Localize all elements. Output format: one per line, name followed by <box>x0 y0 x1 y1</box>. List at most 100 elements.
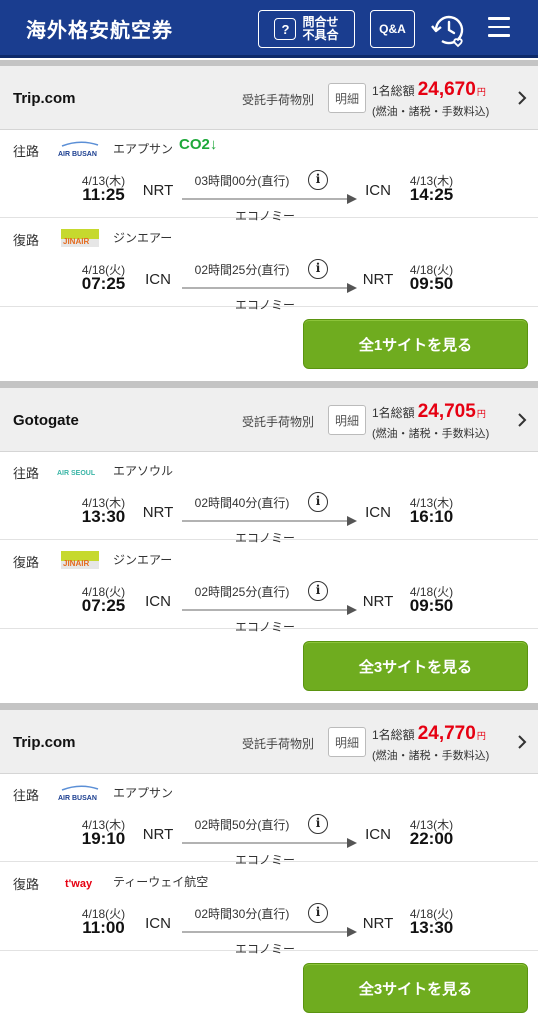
flight-leg-outbound: 往路 AIR BUSAN エアプサン 4/13(木) 19:10 NRT 02時… <box>0 774 538 867</box>
arrival-airport: ICN <box>365 182 391 199</box>
flight-duration: 02時間40分(直行) <box>194 496 290 510</box>
view-sites-button[interactable]: 全3サイトを見る <box>303 641 528 691</box>
price-label: 1名総額 <box>372 84 415 98</box>
view-sites-button[interactable]: 全3サイトを見る <box>303 963 528 1013</box>
price-currency: 円 <box>476 731 486 741</box>
price-block: 1名総額 24,770 円 (燃油・諸税・手数料込) <box>372 723 512 763</box>
arrival-airport: NRT <box>362 271 394 288</box>
history-heart-icon[interactable] <box>428 10 468 50</box>
result-card: Trip.com 受託手荷物別 明細 1名総額 24,670 円 (燃油・諸税・… <box>0 66 538 376</box>
flight-leg-return: 復路 JINAIR ジンエアー 4/18(火) 07:25 ICN 02時間25… <box>0 541 538 634</box>
hamburger-menu-icon[interactable] <box>488 17 512 39</box>
airline-name: エアプサン <box>113 142 174 156</box>
qa-button[interactable]: Q&A <box>370 10 415 48</box>
departure-time: 07:25 <box>81 274 126 293</box>
departure-time: 11:00 <box>82 918 125 937</box>
departure-airport: NRT <box>142 182 174 199</box>
inquiry-label-line2: 不具合 <box>302 28 339 42</box>
info-icon[interactable]: i <box>308 903 328 923</box>
detail-button[interactable]: 明細 <box>328 83 366 113</box>
airline-logo: AIR SEOUL <box>57 470 96 477</box>
question-icon: ? <box>274 18 297 40</box>
result-header[interactable]: Trip.com 受託手荷物別 明細 1名総額 24,770 円 (燃油・諸税・… <box>0 710 538 774</box>
info-icon[interactable]: i <box>308 492 328 512</box>
flight-duration: 02時間30分(直行) <box>194 907 290 921</box>
info-icon[interactable]: i <box>308 581 328 601</box>
app-header: 海外格安航空券 ? 問合せ 不具合 Q&A <box>0 0 538 58</box>
flight-leg-return: 復路 JINAIR ジンエアー 4/18(火) 07:25 ICN 02時間25… <box>0 219 538 312</box>
departure-time: 11:25 <box>82 185 125 204</box>
detail-button[interactable]: 明細 <box>328 405 366 435</box>
view-sites-button[interactable]: 全1サイトを見る <box>303 319 528 369</box>
price-block: 1名総額 24,670 円 (燃油・諸税・手数料込) <box>372 79 512 119</box>
result-card: Trip.com 受託手荷物別 明細 1名総額 24,770 円 (燃油・諸税・… <box>0 710 538 1024</box>
flight-leg-outbound: 往路 AIR SEOUL エアソウル 4/13(木) 13:30 NRT 02時… <box>0 452 538 545</box>
leg-direction: 復路 <box>13 877 40 892</box>
arrival-time: 09:50 <box>409 274 454 293</box>
price-note: (燃油・諸税・手数料込) <box>372 750 490 762</box>
arrival-time: 09:50 <box>409 596 454 615</box>
flight-duration: 02時間25分(直行) <box>194 263 290 277</box>
inquiry-button[interactable]: ? 問合せ 不具合 <box>258 10 355 48</box>
airline-name: ティーウェイ航空 <box>113 875 209 889</box>
page-title: 海外格安航空券 <box>26 20 173 42</box>
airline-name: ジンエアー <box>113 231 173 245</box>
result-header[interactable]: Trip.com 受託手荷物別 明細 1名総額 24,670 円 (燃油・諸税・… <box>0 66 538 130</box>
cabin-class: エコノミー <box>234 298 295 312</box>
airline-logo: t'way <box>65 878 93 890</box>
arrow-right-icon <box>182 838 357 848</box>
departure-time: 19:10 <box>81 829 126 848</box>
airline-logo: JINAIR <box>61 551 99 569</box>
co2-badge: CO2↓ <box>179 136 218 153</box>
provider-name: Trip.com <box>13 734 76 751</box>
airline-name: エアソウル <box>113 464 174 478</box>
chevron-right-icon[interactable] <box>515 413 529 427</box>
price-label: 1名総額 <box>372 728 415 742</box>
arrival-time: 16:10 <box>409 507 454 526</box>
departure-airport: ICN <box>145 915 171 932</box>
result-header[interactable]: Gotogate 受託手荷物別 明細 1名総額 24,705 円 (燃油・諸税・… <box>0 388 538 452</box>
departure-airport: ICN <box>145 593 171 610</box>
svg-text:t'way: t'way <box>65 878 93 890</box>
leg-direction: 復路 <box>13 555 40 570</box>
price-currency: 円 <box>476 409 486 419</box>
flight-leg-outbound: 往路 AIR BUSAN エアプサン CO2↓ 4/13(木) 11:25 NR… <box>0 130 538 223</box>
provider-name: Gotogate <box>13 412 79 429</box>
result-card: Gotogate 受託手荷物別 明細 1名総額 24,705 円 (燃油・諸税・… <box>0 388 538 698</box>
airline-name: ジンエアー <box>113 553 173 567</box>
arrival-airport: NRT <box>362 593 394 610</box>
svg-text:AIR BUSAN: AIR BUSAN <box>58 795 97 802</box>
detail-button[interactable]: 明細 <box>328 727 366 757</box>
svg-text:JINAIR: JINAIR <box>63 237 89 246</box>
baggage-note: 受託手荷物別 <box>242 415 315 429</box>
price-note: (燃油・諸税・手数料込) <box>372 106 490 118</box>
baggage-note: 受託手荷物別 <box>242 737 315 751</box>
arrow-right-icon <box>182 605 357 615</box>
chevron-right-icon[interactable] <box>515 91 529 105</box>
departure-time: 13:30 <box>81 507 126 526</box>
arrow-right-icon <box>182 194 357 204</box>
flight-duration: 03時間00分(直行) <box>194 174 290 188</box>
arrival-airport: ICN <box>365 504 391 521</box>
arrival-airport: ICN <box>365 826 391 843</box>
baggage-note: 受託手荷物別 <box>242 93 315 107</box>
cabin-class: エコノミー <box>234 620 295 634</box>
flight-leg-return: 復路 t'way ティーウェイ航空 4/18(火) 11:00 ICN 02時間… <box>0 863 538 956</box>
airline-logo: JINAIR <box>61 229 99 247</box>
arrival-airport: NRT <box>362 915 394 932</box>
info-icon[interactable]: i <box>308 170 328 190</box>
departure-airport: ICN <box>145 271 171 288</box>
airline-logo: AIR BUSAN <box>58 785 99 802</box>
departure-time: 07:25 <box>81 596 126 615</box>
airline-logo: AIR BUSAN <box>58 141 99 158</box>
arrival-time: 13:30 <box>409 918 454 937</box>
chevron-right-icon[interactable] <box>515 735 529 749</box>
svg-text:AIR SEOUL: AIR SEOUL <box>57 470 96 477</box>
info-icon[interactable]: i <box>308 259 328 279</box>
flight-duration: 02時間25分(直行) <box>194 585 290 599</box>
arrival-time: 14:25 <box>409 185 454 204</box>
departure-airport: NRT <box>142 504 174 521</box>
leg-direction: 往路 <box>13 788 40 803</box>
price-amount: 24,670 <box>417 79 476 100</box>
info-icon[interactable]: i <box>308 814 328 834</box>
